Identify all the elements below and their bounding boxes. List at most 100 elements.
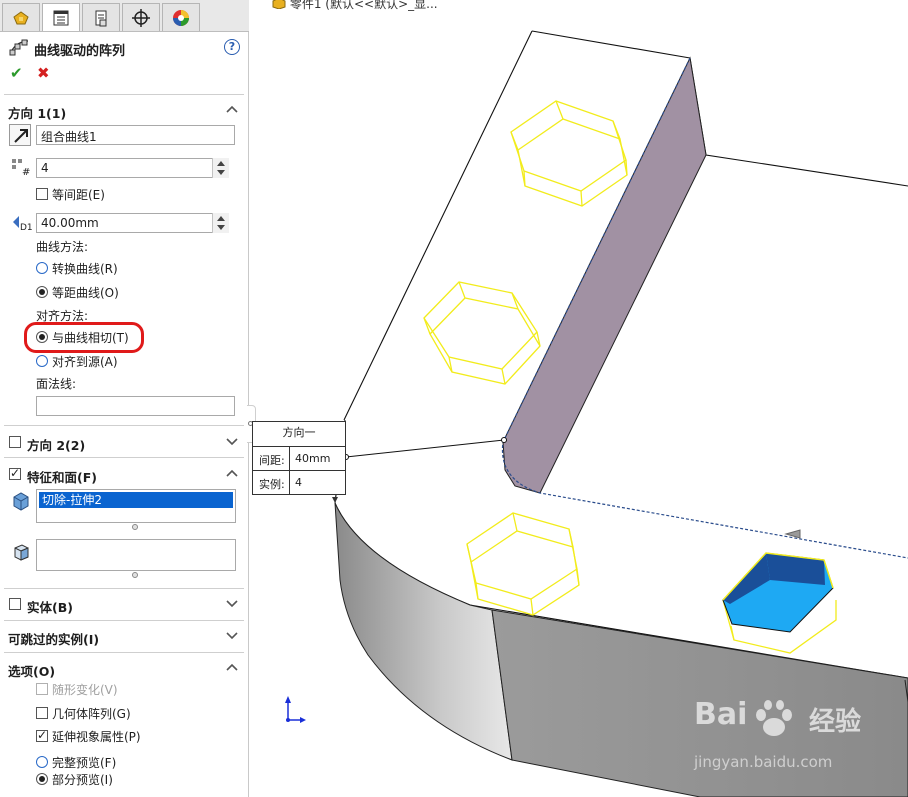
watermark-url: jingyan.baidu.com <box>694 753 833 771</box>
full-preview-radio[interactable] <box>36 756 48 768</box>
chevron-down-icon[interactable] <box>226 435 238 447</box>
pattern-callout[interactable]: 方向一 间距: 40mm 实例: 4 <box>252 421 346 495</box>
resize-handle[interactable] <box>132 524 138 530</box>
instances-spinner[interactable] <box>212 158 229 178</box>
callout-instances-row: 实例: 4 <box>253 470 345 495</box>
configuration-manager-icon <box>95 10 107 26</box>
configuration-manager-tab[interactable] <box>82 3 120 31</box>
divider <box>4 425 244 426</box>
offset-curve-radio[interactable] <box>36 286 48 298</box>
hex-instance <box>423 281 541 385</box>
resize-handle[interactable] <box>132 572 138 578</box>
callout-spacing-row: 间距: 40mm <box>253 446 345 471</box>
offset-curve-label: 等距曲线(O) <box>52 286 119 300</box>
hex-instance <box>510 100 628 207</box>
dimxpert-tab[interactable] <box>122 3 160 31</box>
feature-manager-tab[interactable] <box>2 3 40 31</box>
faces-icon <box>14 544 29 561</box>
callout-instances-label: 实例: <box>259 478 285 491</box>
geometry-pattern-checkbox[interactable] <box>36 707 48 719</box>
skip-instances-header[interactable]: 可跳过的实例(I) <box>8 627 244 647</box>
display-manager-tab[interactable] <box>162 3 200 31</box>
part-icon <box>272 0 286 10</box>
faces-list[interactable] <box>36 539 236 571</box>
equal-spacing-label: 等间距(E) <box>52 188 105 202</box>
direction1-header[interactable]: 方向 1(1) <box>8 101 244 121</box>
align-to-source-label: 对齐到源(A) <box>52 355 118 369</box>
chevron-down-icon[interactable] <box>226 629 238 641</box>
spacing-spinner[interactable] <box>212 213 229 233</box>
curve-driven-pattern-icon <box>9 39 29 56</box>
direction2-checkbox[interactable] <box>9 436 21 448</box>
svg-text:D1: D1 <box>20 223 32 232</box>
options-header[interactable]: 选项(O) <box>8 659 244 679</box>
instances-field[interactable]: 4 <box>36 158 229 178</box>
bodies-checkbox[interactable] <box>9 598 21 610</box>
chevron-up-icon[interactable] <box>226 661 238 673</box>
transform-curve-radio[interactable] <box>36 262 48 274</box>
direction1-label: 方向 1(1) <box>8 106 67 121</box>
partial-preview-label: 部分预览(I) <box>52 773 113 787</box>
divider <box>4 652 244 653</box>
pattern-curve-field[interactable]: 组合曲线1 <box>36 125 235 145</box>
chevron-down-icon[interactable] <box>226 597 238 609</box>
features-faces-header[interactable]: 特征和面(F) <box>8 465 244 485</box>
property-manager-tab[interactable] <box>42 3 80 31</box>
callout-spacing-value[interactable]: 40mm <box>295 452 330 465</box>
curve-direction-button[interactable] <box>9 124 31 146</box>
features-list[interactable]: 切除-拉伸2 <box>36 489 236 523</box>
hex-instance <box>466 512 580 616</box>
chevron-up-icon[interactable] <box>226 103 238 115</box>
spacing-icon: D1 <box>13 216 32 232</box>
page-title: 曲线驱动的阵列 <box>34 44 126 59</box>
geometry-pattern-label: 几何体阵列(G) <box>52 707 131 721</box>
face-normal-field[interactable] <box>36 396 235 416</box>
divider <box>4 457 244 458</box>
watermark-brand: Bai <box>694 697 748 732</box>
wall-face <box>502 56 707 494</box>
bodies-header[interactable]: 实体(B) <box>8 595 244 615</box>
property-manager-icon <box>53 10 69 25</box>
help-icon[interactable]: ? <box>224 39 240 55</box>
highlight-annotation <box>24 322 144 353</box>
svg-text:#: # <box>22 167 30 177</box>
watermark-cn: 经验 <box>809 707 862 737</box>
align-to-source-radio[interactable] <box>36 355 48 367</box>
pm-title-row: 曲线驱动的阵列 ? <box>8 37 240 59</box>
cancel-button[interactable]: ✖ <box>37 64 50 82</box>
breadcrumb-text: 零件1 (默认<<默认>_显... <box>289 0 438 11</box>
options-label: 选项(O) <box>8 664 56 679</box>
breadcrumb[interactable]: 零件1 (默认<<默认>_显... <box>272 0 438 12</box>
property-manager-panel: 曲线驱动的阵列 ? ✔ ✖ 方向 1(1) 组合曲线1 # 4 等间距(E) D… <box>0 0 249 797</box>
manager-tabs <box>0 0 249 32</box>
features-icon <box>13 492 29 511</box>
transform-curve-label: 转换曲线(R) <box>52 262 118 276</box>
skip-instances-label: 可跳过的实例(I) <box>8 632 100 647</box>
spacing-field[interactable]: 40.00mm <box>36 213 229 233</box>
equal-spacing-checkbox[interactable] <box>36 188 48 200</box>
ok-button[interactable]: ✔ <box>10 64 23 82</box>
chevron-up-icon[interactable] <box>226 467 238 479</box>
cursor-arrow-icon <box>784 529 801 539</box>
vary-sketch-label: 随形变化(V) <box>52 683 118 697</box>
graphics-viewport[interactable] <box>250 0 908 797</box>
face-normal-label: 面法线: <box>36 377 77 391</box>
model-3d-view[interactable] <box>250 0 908 797</box>
list-item[interactable]: 切除-拉伸2 <box>39 492 233 508</box>
features-faces-checkbox[interactable] <box>9 466 21 480</box>
partial-preview-radio[interactable] <box>36 773 48 785</box>
callout-instances-value[interactable]: 4 <box>295 476 302 489</box>
divider <box>4 94 244 95</box>
propagate-visual-checkbox[interactable] <box>36 728 48 742</box>
callout-spacing-label: 间距: <box>259 454 285 467</box>
coordinate-triad-icon <box>285 696 306 723</box>
direction2-header[interactable]: 方向 2(2) <box>8 433 244 453</box>
direction2-label: 方向 2(2) <box>27 438 86 453</box>
instances-icon: # <box>12 159 30 177</box>
paw-logo-icon <box>756 700 792 736</box>
vary-sketch-checkbox <box>36 683 48 695</box>
callout-title: 方向一 <box>282 426 316 439</box>
divider <box>4 620 244 621</box>
front-curved-face <box>334 502 513 761</box>
arrow-direction-icon <box>14 129 28 143</box>
